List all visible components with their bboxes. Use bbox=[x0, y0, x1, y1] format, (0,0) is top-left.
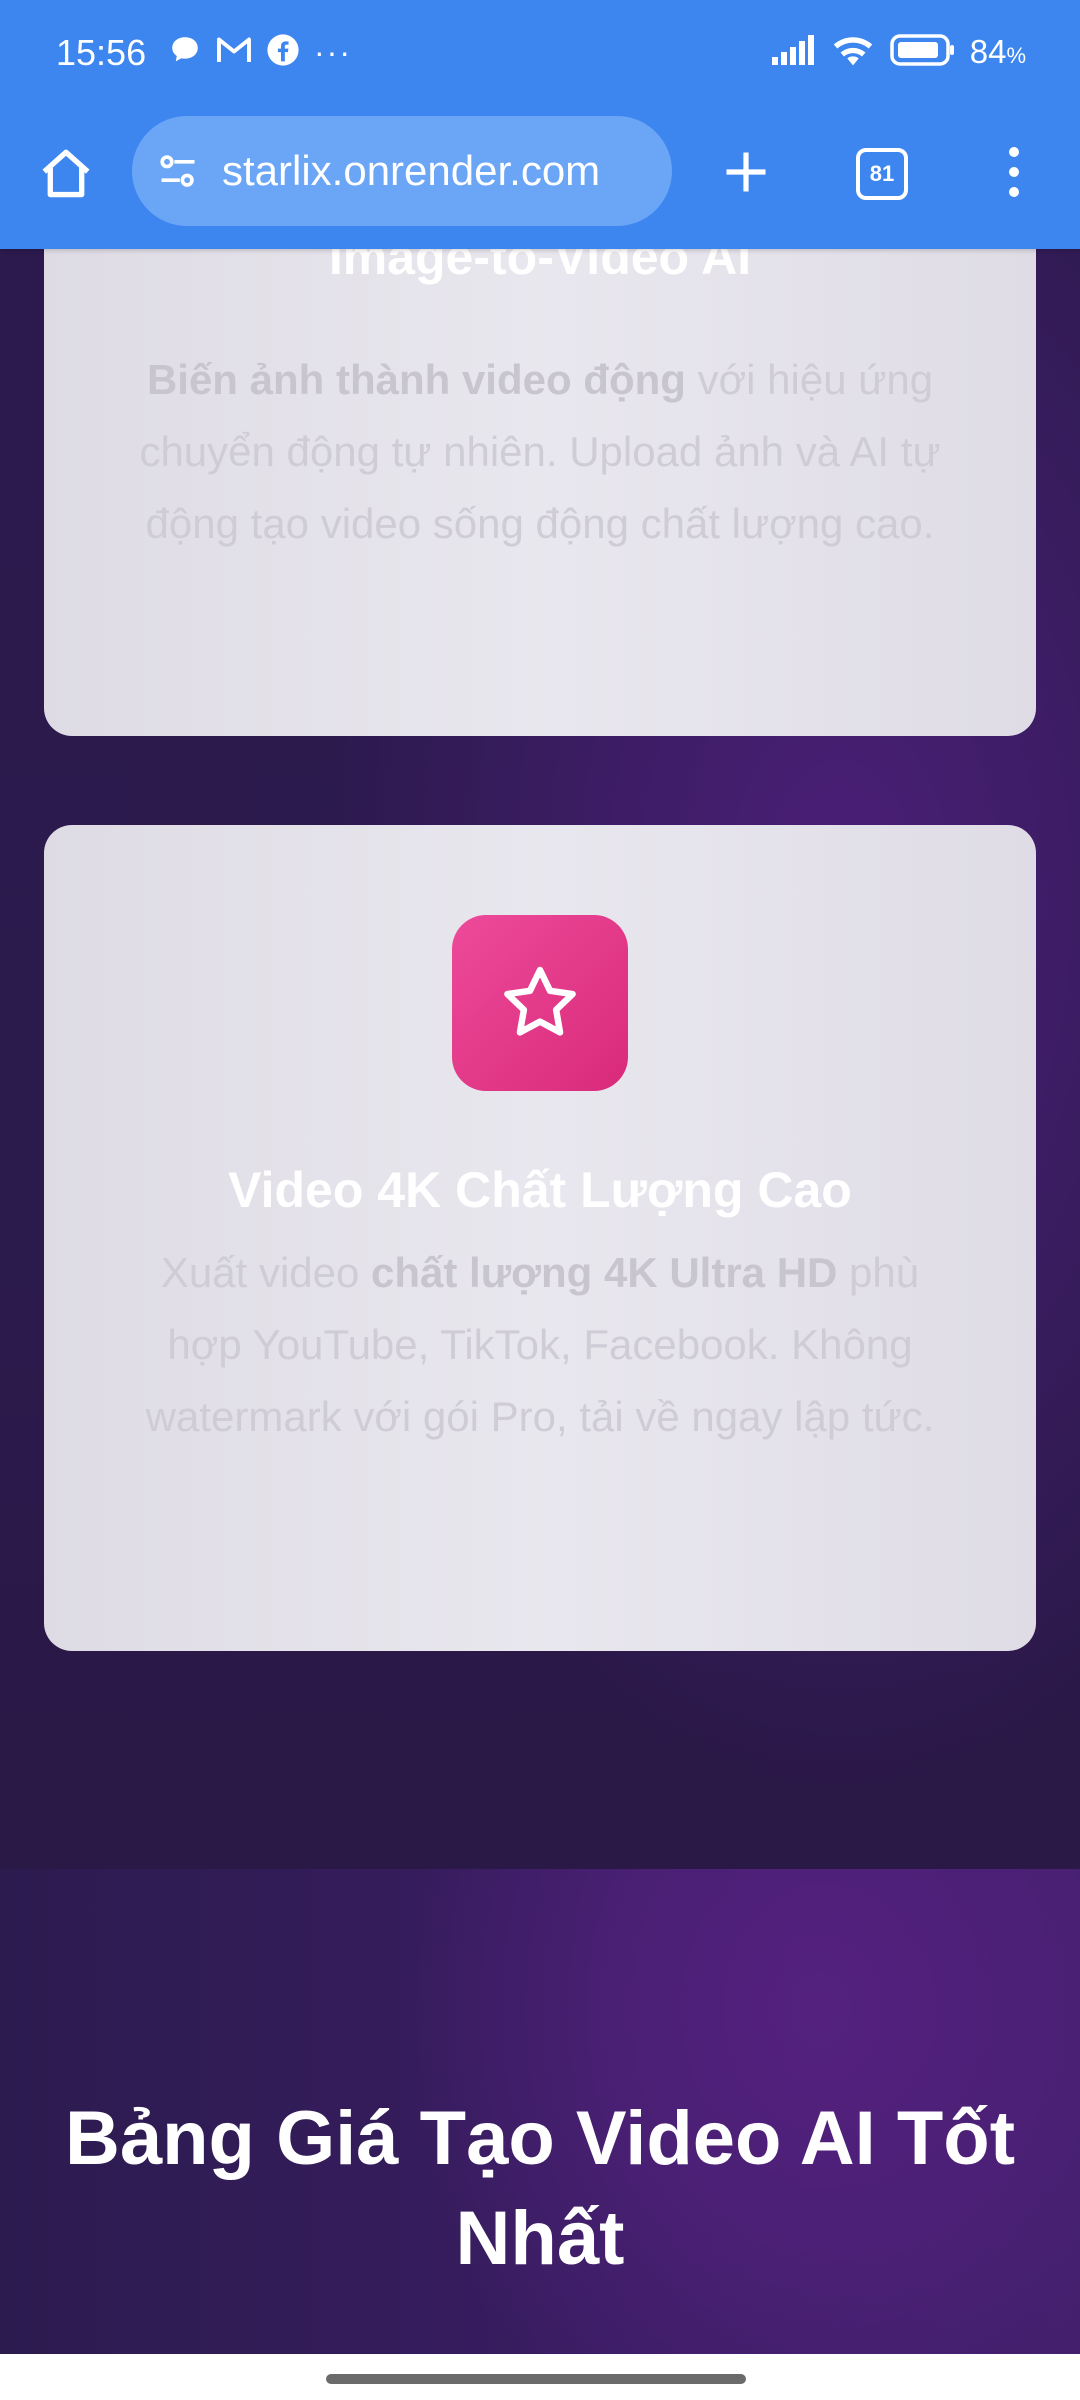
battery-level: 84% bbox=[969, 33, 1026, 70]
gmail-icon bbox=[216, 35, 252, 70]
menu-dot bbox=[1009, 187, 1019, 197]
tab-switcher-button[interactable]: 81 bbox=[846, 138, 918, 210]
overflow-menu-button[interactable] bbox=[984, 136, 1044, 208]
browser-toolbar: starlix.onrender.com 81 bbox=[0, 110, 1080, 249]
address-bar[interactable]: starlix.onrender.com bbox=[132, 116, 672, 226]
gesture-nav-bar bbox=[0, 2354, 1080, 2400]
feature-icon-tile bbox=[452, 915, 628, 1091]
battery-icon bbox=[889, 33, 956, 72]
home-gesture-handle[interactable] bbox=[326, 2374, 746, 2384]
plus-icon bbox=[726, 152, 766, 192]
url-text: starlix.onrender.com bbox=[222, 147, 601, 194]
site-settings-icon[interactable] bbox=[154, 147, 202, 195]
chat-bubble-icon bbox=[168, 33, 202, 72]
pricing-section: Bảng Giá Tạo Video AI Tốt Nhất bbox=[0, 1869, 1080, 2354]
facebook-icon bbox=[266, 33, 300, 72]
star-icon bbox=[504, 966, 576, 1036]
feature-description: Biến ảnh thành video động với hiệu ứng c… bbox=[139, 356, 941, 547]
menu-dot bbox=[1009, 167, 1019, 177]
browser-chrome: 15:56 ··· 84% starlix.onrender.com 81 bbox=[0, 0, 1080, 249]
tab-count: 81 bbox=[856, 148, 908, 200]
system-icons: 84% bbox=[771, 28, 1026, 76]
menu-dot bbox=[1009, 147, 1019, 157]
home-button[interactable] bbox=[30, 138, 102, 210]
new-tab-button[interactable] bbox=[710, 136, 782, 208]
status-time: 15:56 bbox=[56, 32, 147, 73]
wifi-icon bbox=[830, 32, 876, 73]
signal-icon bbox=[771, 34, 816, 70]
more-notifications: ··· bbox=[314, 33, 352, 70]
status-bar: 15:56 ··· 84% bbox=[0, 0, 1080, 110]
feature-title: Video 4K Chất Lượng Cao bbox=[228, 1162, 852, 1218]
features-section: Image-to-Video AI Biến ảnh thành video đ… bbox=[0, 209, 1080, 1869]
feature-card-image-to-video: Image-to-Video AI Biến ảnh thành video đ… bbox=[44, 209, 1036, 736]
feature-description: Xuất video chất lượng 4K Ultra HD phù hợ… bbox=[145, 1249, 935, 1440]
feature-card-4k-video: Video 4K Chất Lượng Cao Xuất video chất … bbox=[44, 825, 1036, 1651]
pricing-title: Bảng Giá Tạo Video AI Tốt Nhất bbox=[64, 2096, 1016, 2281]
home-icon bbox=[42, 149, 90, 198]
notification-icons: ··· bbox=[168, 32, 352, 72]
